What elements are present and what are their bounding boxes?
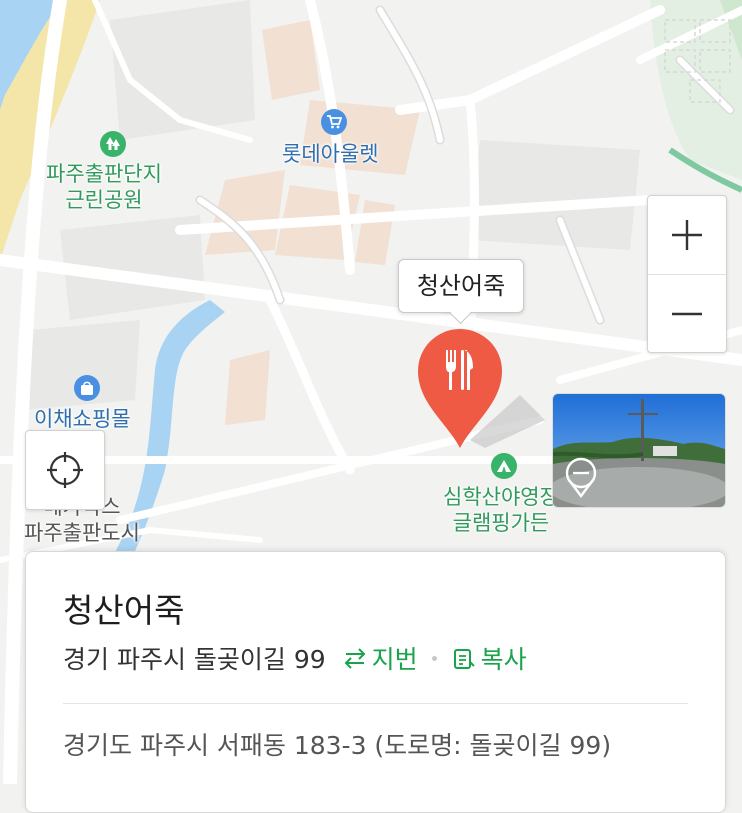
place-info-card: 청산어죽 경기 파주시 돌곶이길 99 지번 복사 경기도 파주시 서패동 18… <box>25 551 726 813</box>
copy-icon <box>453 649 475 669</box>
place-title: 청산어죽 <box>63 591 185 630</box>
jibun-address: 경기도 파주시 서패동 183-3 (도로명: 돌곶이길 99) <box>63 731 612 760</box>
street-view-thumbnail[interactable] <box>552 393 726 508</box>
swap-arrows-icon <box>344 648 366 669</box>
plus-icon <box>672 220 702 250</box>
park-label-line2: 근린공원 <box>65 188 143 212</box>
copy-button[interactable]: 복사 <box>451 640 527 676</box>
outlet-label[interactable]: 롯데아울렛 <box>282 141 379 167</box>
campsite-label-line1: 심학산야영장 <box>443 485 559 509</box>
address-row: 경기 파주시 돌곶이길 99 지번 복사 <box>63 642 527 674</box>
jibun-label: 지번 <box>371 645 418 674</box>
separator-dot <box>431 655 437 661</box>
current-location-button[interactable] <box>25 430 105 510</box>
copy-label: 복사 <box>480 645 527 674</box>
minus-icon <box>672 312 702 316</box>
place-address: 경기 파주시 돌곶이길 99 <box>63 645 326 674</box>
jibun-toggle-button[interactable]: 지번 <box>342 640 418 676</box>
campsite-label-line2: 글램핑가든 <box>452 511 550 535</box>
zoom-out-button[interactable] <box>648 274 726 353</box>
park-label[interactable]: 파주출판단지 근린공원 <box>46 161 162 213</box>
tree-icon <box>100 131 126 157</box>
zoom-control <box>647 195 727 353</box>
park-label-line1: 파주출판단지 <box>46 162 162 186</box>
campsite-label[interactable]: 심학산야영장 글램핑가든 <box>443 484 559 536</box>
card-divider <box>63 703 688 704</box>
cinema-label-line2: 파주출판도시 <box>24 521 140 545</box>
shopping-bag-icon <box>74 375 100 401</box>
place-callout[interactable]: 청산어죽 <box>398 259 524 313</box>
shopping-cart-icon <box>321 109 347 135</box>
mall-label[interactable]: 이채쇼핑몰 <box>34 406 131 432</box>
zoom-in-button[interactable] <box>648 196 726 274</box>
crosshair-icon <box>47 452 83 488</box>
place-marker[interactable] <box>417 328 503 450</box>
tent-icon <box>491 453 517 479</box>
